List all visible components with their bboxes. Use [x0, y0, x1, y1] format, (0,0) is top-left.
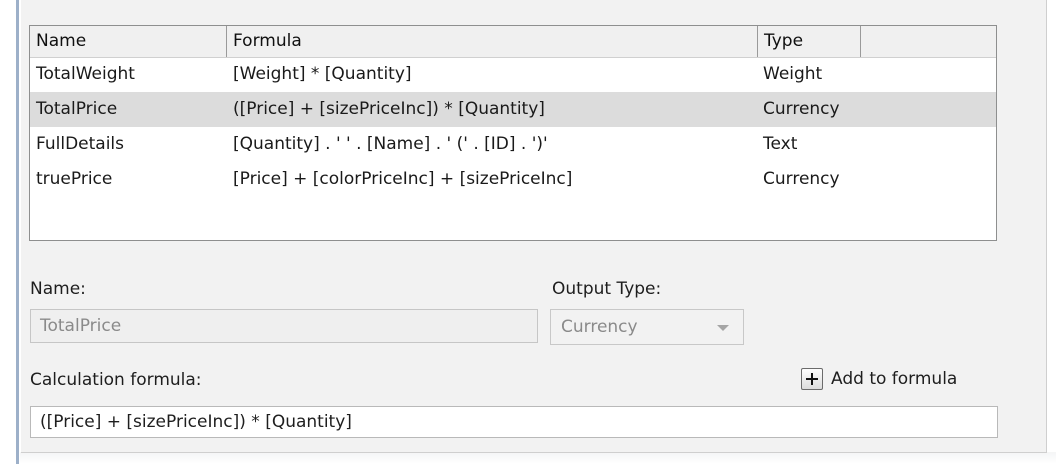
window-edge [0, 0, 20, 464]
calculation-formula-label: Calculation formula: [30, 370, 202, 390]
table-header: Name Formula Type [30, 26, 996, 58]
row-name-cell: FullDetails [36, 134, 125, 154]
add-to-formula-label: Add to formula [831, 369, 958, 389]
table-row-selected[interactable]: TotalPrice ([Price] + [sizePriceInc]) * … [30, 92, 996, 127]
column-header-filler [861, 26, 996, 57]
name-input[interactable]: TotalPrice [30, 309, 538, 343]
calculations-table[interactable]: Name Formula Type TotalWeight [Weight] *… [29, 25, 997, 241]
table-row[interactable]: TotalWeight [Weight] * [Quantity] Weight [30, 57, 996, 92]
bottom-shadow [20, 452, 1056, 464]
add-to-formula-button[interactable]: Add to formula [801, 365, 957, 393]
chevron-down-icon [717, 325, 729, 331]
row-type-cell: Weight [763, 64, 823, 84]
row-formula-cell: [Price] + [colorPriceInc] + [sizePriceIn… [233, 169, 573, 189]
table-row[interactable]: FullDetails [Quantity] . ' ' . [Name] . … [30, 127, 996, 162]
row-type-cell: Text [763, 134, 798, 154]
output-type-value: Currency [561, 317, 638, 337]
name-label: Name: [30, 279, 86, 299]
row-formula-cell: [Quantity] . ' ' . [Name] . ' (' . [ID] … [233, 134, 548, 154]
calculation-formula-input[interactable]: ([Price] + [sizePriceInc]) * [Quantity] [30, 406, 998, 438]
table-row[interactable]: truePrice [Price] + [colorPriceInc] + [s… [30, 162, 996, 197]
column-header-formula[interactable]: Formula [227, 26, 758, 57]
output-type-select[interactable]: Currency [550, 309, 744, 345]
output-type-label: Output Type: [552, 279, 662, 299]
plus-icon [801, 368, 823, 390]
row-name-cell: TotalWeight [36, 64, 135, 84]
row-name-cell: truePrice [36, 169, 113, 189]
column-header-type[interactable]: Type [758, 26, 861, 57]
row-formula-cell: [Weight] * [Quantity] [233, 64, 412, 84]
row-type-cell: Currency [763, 99, 840, 119]
row-type-cell: Currency [763, 169, 840, 189]
row-formula-cell: ([Price] + [sizePriceInc]) * [Quantity] [233, 99, 545, 119]
row-name-cell: TotalPrice [36, 99, 118, 119]
column-header-name[interactable]: Name [30, 26, 227, 57]
